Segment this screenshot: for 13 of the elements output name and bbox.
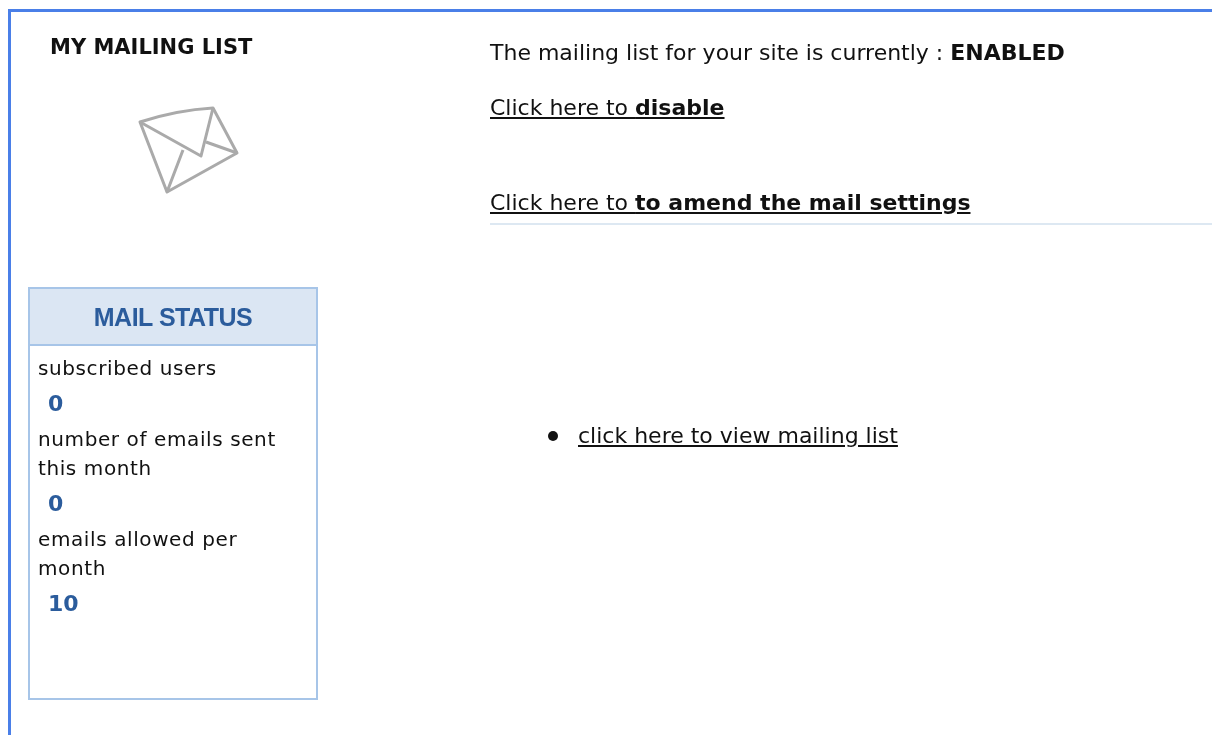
stat-value: 0 bbox=[48, 490, 64, 518]
stat-label: subscribed users bbox=[38, 355, 217, 382]
text-link[interactable]: click here to view mailing list bbox=[578, 423, 898, 448]
status-text: The mailing list for your site is currently : ENABLED bbox=[490, 40, 1065, 65]
panel-header: MAIL STATUS bbox=[30, 289, 316, 346]
bullet-icon bbox=[548, 430, 558, 441]
stat-label: number of emails sent this month bbox=[38, 426, 277, 482]
stat-label: emails allowed per month bbox=[38, 526, 239, 582]
page-title: MY MAILING LIST bbox=[50, 35, 253, 59]
text-link[interactable]: Click here to disable bbox=[490, 95, 725, 120]
stat-value: 0 bbox=[48, 390, 64, 418]
text-link[interactable]: Click here to to amend the mail settings bbox=[490, 190, 971, 215]
stat-value: 10 bbox=[48, 590, 79, 618]
